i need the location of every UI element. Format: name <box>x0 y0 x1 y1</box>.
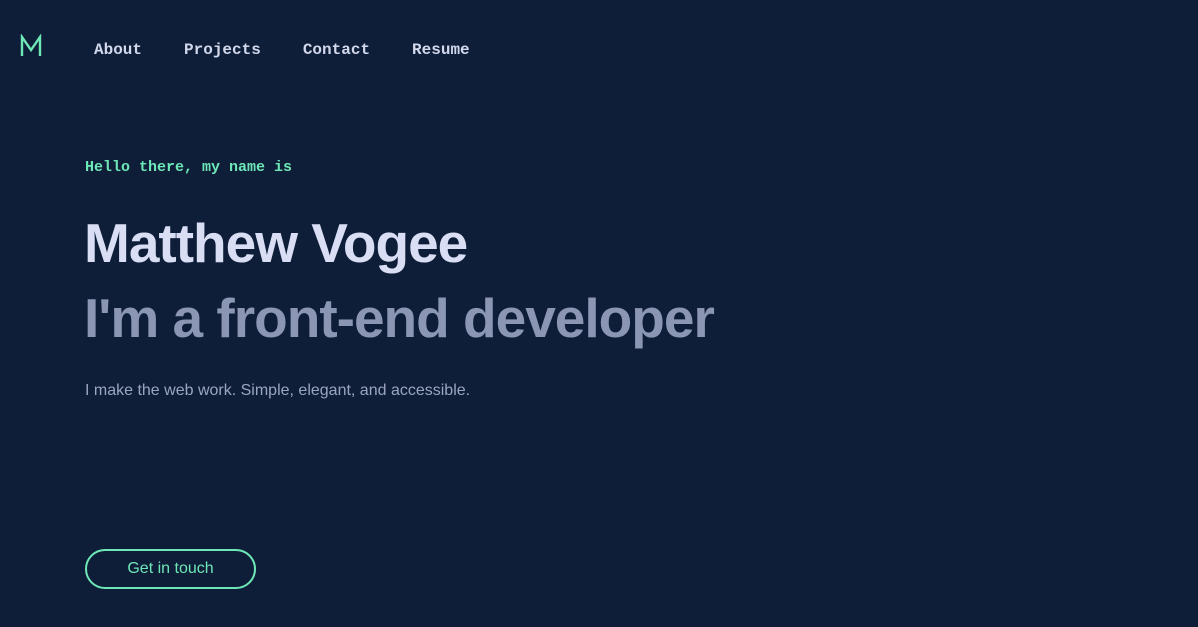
get-in-touch-button[interactable]: Get in touch <box>85 549 256 589</box>
hero-name: Matthew Vogee <box>84 212 468 274</box>
main-nav: About Projects Contact Resume <box>94 40 470 60</box>
nav-link-about[interactable]: About <box>94 40 142 60</box>
hero-greeting: Hello there, my name is <box>85 159 293 176</box>
nav-link-resume[interactable]: Resume <box>412 40 470 60</box>
nav-link-projects[interactable]: Projects <box>184 40 261 60</box>
m-logo-icon <box>20 33 42 56</box>
hero-tagline: I make the web work. Simple, elegant, an… <box>85 382 471 399</box>
hero-role: I'm a front-end developer <box>84 287 715 349</box>
nav-link-contact[interactable]: Contact <box>303 40 370 60</box>
home-logo-link[interactable] <box>20 33 42 58</box>
page: About Projects Contact Resume Hello ther… <box>0 0 1198 627</box>
